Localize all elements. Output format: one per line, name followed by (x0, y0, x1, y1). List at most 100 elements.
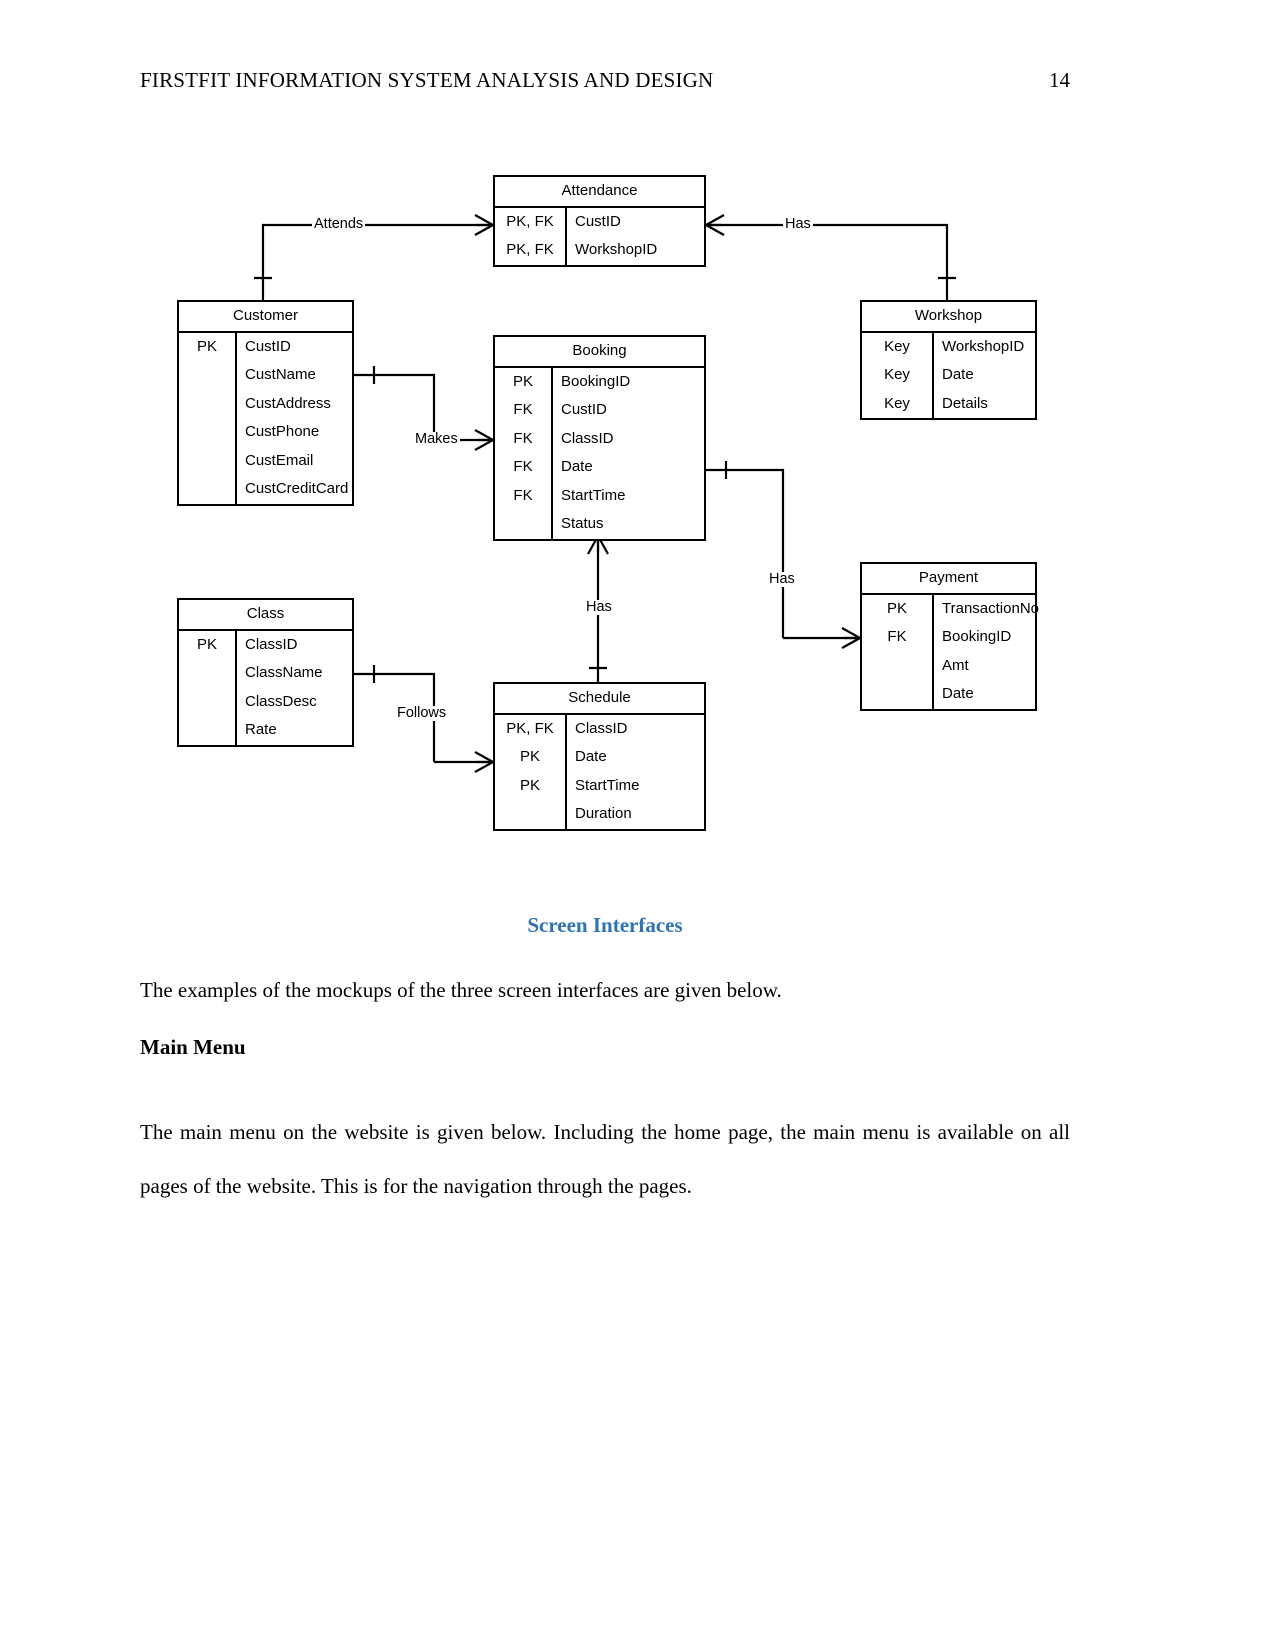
attribute-key (862, 680, 934, 709)
attribute-name: ClassID (245, 635, 298, 653)
attribute-key (179, 361, 237, 390)
attribute-row: PK TransactionNo (862, 594, 1039, 623)
paragraph-main-menu: The main menu on the website is given be… (140, 1120, 1070, 1198)
attribute-name: CustEmail (245, 451, 314, 469)
attribute-row: Rate (179, 716, 352, 745)
crowsfoot-has-payment (841, 627, 861, 649)
attribute-key: FK (495, 481, 553, 510)
attribute-name: Date (942, 685, 974, 702)
attribute-key: PK, FK (495, 207, 567, 236)
attribute-name: CustAddress (245, 394, 331, 412)
attribute-row: CustEmail (179, 446, 352, 475)
attribute-name: ClassDesc (245, 692, 317, 710)
entity-class: Class PK ClassID ClassName ClassDesc Rat… (177, 598, 354, 747)
entity-title: Workshop (862, 302, 1035, 333)
entity-title: Attendance (495, 177, 704, 208)
attribute-key: PK (862, 594, 934, 623)
paragraph-intro: The examples of the mockups of the three… (140, 978, 782, 1002)
header-title: FIRSTFIT INFORMATION SYSTEM ANALYSIS AND… (140, 68, 714, 92)
attribute-key (179, 716, 237, 745)
attribute-name: Status (561, 515, 604, 532)
attribute-name: Date (942, 366, 974, 383)
attribute-name: StartTime (561, 486, 626, 504)
attribute-row: CustCreditCard (179, 475, 352, 504)
entity-attendance: Attendance PK, FK CustID PK, FK Workshop… (493, 175, 706, 267)
connector-has-payment (706, 468, 785, 638)
crowsfoot-follows (474, 751, 494, 773)
attribute-row: PK ClassID (179, 630, 352, 659)
attribute-name: Date (561, 458, 593, 475)
entity-title: Booking (495, 337, 704, 368)
attribute-key: PK (179, 332, 237, 361)
attribute-key (862, 651, 934, 680)
attribute-name: CustID (561, 401, 607, 418)
attribute-key (495, 510, 553, 539)
attribute-row: Key Date (862, 361, 1035, 390)
entity-booking: Booking PK BookingID FK CustID FK ClassI… (493, 335, 706, 541)
relationship-label-makes: Makes (413, 431, 460, 447)
attribute-name: WorkshopID (575, 241, 658, 258)
attribute-row: FK ClassID (495, 424, 704, 453)
entity-title: Customer (179, 302, 352, 333)
crowsfoot-has-workshop (705, 214, 725, 236)
connector-has-workshop (706, 223, 949, 300)
relationship-label-has-workshop: Has (783, 216, 813, 232)
entity-customer: Customer PK CustID CustName CustAddress … (177, 300, 354, 506)
attribute-key (179, 418, 237, 447)
attribute-name: Amt (942, 656, 969, 674)
attribute-name: Rate (245, 721, 277, 738)
attribute-key: Key (862, 332, 934, 361)
attribute-row: PK, FK CustID (495, 207, 704, 236)
attribute-row: CustPhone (179, 418, 352, 447)
attribute-name: Details (942, 394, 988, 412)
attribute-name: WorkshopID (942, 337, 1025, 355)
attribute-row: Date (862, 680, 1035, 709)
attribute-row: PK CustID (179, 332, 352, 361)
section-heading-screen-interfaces: Screen Interfaces (527, 913, 683, 937)
attribute-row: Status (495, 510, 704, 539)
attribute-key: Key (862, 389, 934, 418)
entity-title: Payment (862, 564, 1035, 595)
attribute-key: FK (862, 623, 934, 652)
attribute-name: Date (575, 748, 607, 765)
er-diagram: Attendance PK, FK CustID PK, FK Workshop… (0, 150, 1275, 870)
relationship-label-has-payment: Has (767, 571, 797, 587)
attribute-row: PK BookingID (495, 367, 704, 396)
attribute-row: PK, FK WorkshopID (495, 236, 704, 265)
relationship-label-has-schedule: Has (584, 599, 614, 615)
attribute-name: ClassID (561, 429, 614, 447)
attribute-key (179, 687, 237, 716)
attribute-row: CustAddress (179, 389, 352, 418)
attribute-name: ClassName (245, 664, 323, 681)
attribute-row: Key Details (862, 389, 1035, 418)
entity-payment: Payment PK TransactionNo FK BookingID Am… (860, 562, 1039, 711)
attribute-key: PK, FK (495, 714, 567, 743)
entity-workshop: Workshop Key WorkshopID Key Date Key Det… (860, 300, 1037, 420)
attribute-name: BookingID (561, 372, 631, 390)
sub-heading-main-menu: Main Menu (140, 1035, 246, 1059)
attribute-row: Duration (495, 800, 704, 829)
crowsfoot-attends (474, 214, 494, 236)
attribute-key (495, 800, 567, 829)
attribute-name: CustName (245, 366, 316, 383)
entity-title: Schedule (495, 684, 704, 715)
connector-attends (261, 223, 493, 300)
entity-title: Class (179, 600, 352, 631)
attribute-key (179, 659, 237, 688)
attribute-name: ClassID (575, 719, 628, 737)
attribute-key (179, 389, 237, 418)
attribute-name: CustID (575, 212, 621, 230)
attribute-key (179, 475, 237, 504)
attribute-key: PK (495, 367, 553, 396)
page-header: FIRSTFIT INFORMATION SYSTEM ANALYSIS AND… (140, 68, 1070, 93)
attribute-name: CustCreditCard (245, 480, 349, 497)
attribute-key: PK, FK (495, 236, 567, 265)
attribute-key: FK (495, 424, 553, 453)
attribute-row: FK Date (495, 453, 704, 482)
attribute-name: TransactionNo (942, 599, 1039, 617)
attribute-key: PK (495, 771, 567, 800)
attribute-name: BookingID (942, 628, 1012, 645)
attribute-row: ClassName (179, 659, 352, 688)
attribute-name: StartTime (575, 776, 640, 794)
attribute-row: PK StartTime (495, 771, 704, 800)
